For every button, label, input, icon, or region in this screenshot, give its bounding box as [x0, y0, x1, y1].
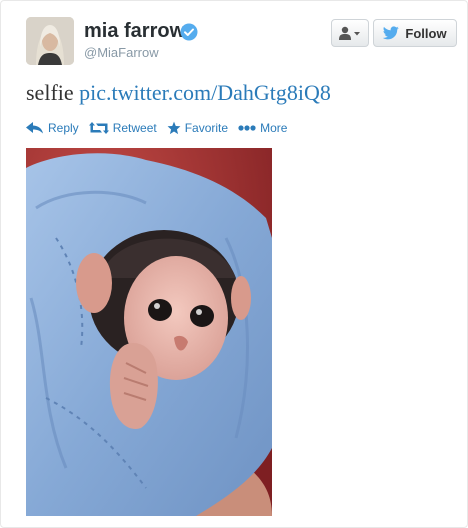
tweet-text: selfie pic.twitter.com/DahGtg8iQ8 [26, 80, 331, 106]
reply-icon [26, 122, 43, 134]
more-label: More [260, 121, 288, 135]
verified-badge-icon [180, 23, 198, 41]
retweet-button[interactable]: Retweet [88, 121, 157, 135]
favorite-label: Favorite [184, 121, 229, 135]
twitter-bird-icon [383, 26, 400, 40]
tweet-photo-link[interactable]: pic.twitter.com/DahGtg8iQ8 [79, 80, 331, 105]
more-button[interactable]: More [238, 121, 287, 135]
retweet-label: Retweet [112, 121, 157, 135]
reply-label: Reply [48, 121, 79, 135]
more-dots-icon [238, 125, 256, 131]
follow-label: Follow [405, 25, 447, 41]
follow-button[interactable]: Follow [373, 19, 457, 47]
reply-button[interactable]: Reply [26, 121, 79, 135]
star-icon [167, 121, 181, 135]
tweet-actions: Reply Retweet Favorite More [26, 119, 297, 137]
user-dropdown-button[interactable] [331, 19, 369, 47]
user-handle[interactable]: @MiaFarrow [84, 45, 159, 60]
retweet-icon [88, 122, 109, 134]
favorite-button[interactable]: Favorite [167, 121, 228, 135]
tweet-body: selfie [26, 80, 80, 105]
tweet-photo[interactable] [26, 148, 272, 516]
user-dropdown-icon [339, 26, 360, 40]
display-name[interactable]: mia farrow [84, 20, 185, 43]
avatar[interactable] [26, 17, 74, 65]
